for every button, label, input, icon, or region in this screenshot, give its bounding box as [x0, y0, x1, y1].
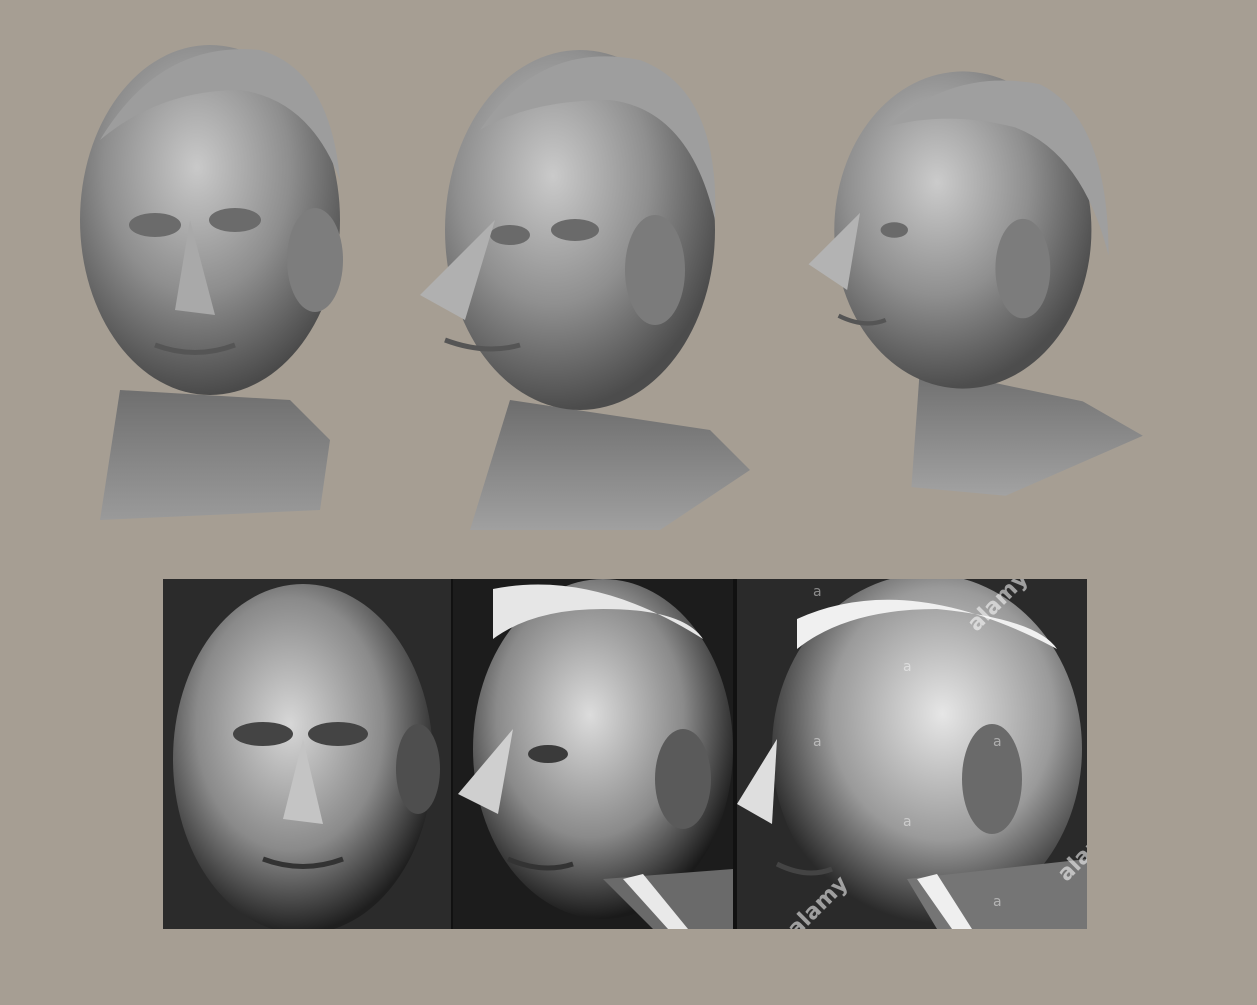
- sculpt-render-three-quarter: [400, 20, 760, 560]
- reference-photo-three-quarter: [453, 579, 733, 929]
- reference-photo-front: [163, 579, 451, 929]
- reference-photo-profile: [737, 579, 1087, 929]
- watermark-mark: a: [813, 584, 822, 600]
- watermark-mark: a: [993, 894, 1002, 910]
- watermark-mark: a: [993, 734, 1002, 750]
- sculpt-render-profile: [800, 20, 1160, 560]
- watermark-mark: a: [813, 734, 822, 750]
- watermark-mark: a: [903, 659, 912, 675]
- reference-photo-strip: alamy alamy alamy a a a a a a: [163, 579, 1087, 929]
- sculpt-render-front: [40, 20, 400, 560]
- watermark-mark: a: [903, 814, 912, 830]
